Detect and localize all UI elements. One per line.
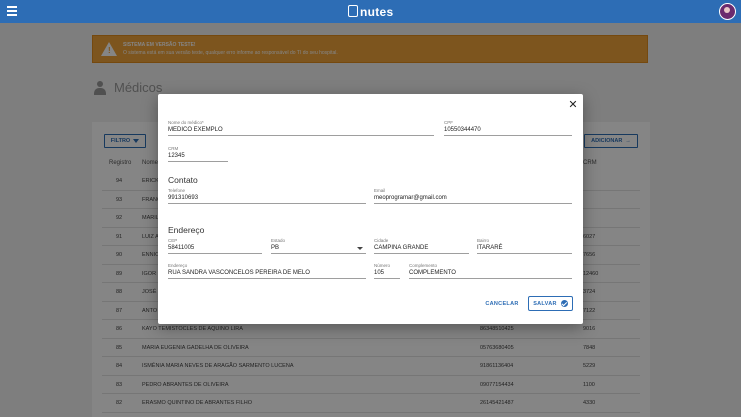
doctor-name-field[interactable]: Nome do médico* MEDICO EXEMPLO xyxy=(168,120,434,136)
cancel-button[interactable]: CANCELAR xyxy=(482,298,522,310)
neighborhood-field[interactable]: Bairro ITARARÉ xyxy=(477,238,572,254)
email-label: Email xyxy=(374,188,386,193)
cpf-value: 10550344470 xyxy=(444,127,481,133)
city-label: Cidade xyxy=(374,238,389,243)
email-value: meoprogramar@gmail.com xyxy=(374,195,447,201)
menu-icon[interactable] xyxy=(7,6,17,16)
city-field[interactable]: Cidade CAMPINA GRANDE xyxy=(374,238,469,254)
street-field[interactable]: Endereço RUA SANDRA VASCONCELOS PEREIRA … xyxy=(168,263,366,279)
doctor-name-value: MEDICO EXEMPLO xyxy=(168,127,223,133)
address-section-title: Endereço xyxy=(168,225,205,235)
top-app-bar: nutes xyxy=(0,0,741,23)
cpf-field[interactable]: CPF 10550344470 xyxy=(444,120,572,136)
street-value: RUA SANDRA VASCONCELOS PEREIRA DE MELO xyxy=(168,270,310,276)
complement-field[interactable]: Complemento COMPLEMENTO xyxy=(409,263,572,279)
doctor-form-dialog: ✕ Nome do médico* MEDICO EXEMPLO CPF 105… xyxy=(158,94,583,324)
state-value: PB xyxy=(271,245,280,251)
number-value: 105 xyxy=(374,270,385,276)
state-select[interactable]: Estado PB xyxy=(271,238,366,254)
contact-section-title: Contato xyxy=(168,175,198,185)
number-label: Número xyxy=(374,263,391,268)
avatar[interactable] xyxy=(719,3,736,20)
street-label: Endereço xyxy=(168,263,188,268)
complement-value: COMPLEMENTO xyxy=(409,270,456,276)
crm-value: 12345 xyxy=(168,153,185,159)
neighborhood-label: Bairro xyxy=(477,238,490,243)
cep-value: 58411005 xyxy=(168,245,195,251)
close-icon[interactable]: ✕ xyxy=(567,99,579,111)
cpf-label: CPF xyxy=(444,120,453,125)
phone-value: 991310693 xyxy=(168,195,199,201)
phone-field[interactable]: Telefone 991310693 xyxy=(168,188,366,204)
complement-label: Complemento xyxy=(409,263,438,268)
save-button[interactable]: SALVAR xyxy=(528,296,573,311)
cep-label: CEP xyxy=(168,238,178,243)
crm-field[interactable]: CRM 12345 xyxy=(168,146,228,162)
neighborhood-value: ITARARÉ xyxy=(477,245,503,251)
logo-mark-icon xyxy=(348,5,358,17)
email-field[interactable]: Email meoprogramar@gmail.com xyxy=(374,188,572,204)
phone-label: Telefone xyxy=(168,188,186,193)
app-logo: nutes xyxy=(348,4,394,20)
state-label: Estado xyxy=(271,238,286,243)
crm-label: CRM xyxy=(168,146,179,151)
cep-field[interactable]: CEP 58411005 xyxy=(168,238,262,254)
check-circle-icon xyxy=(560,300,568,307)
dropdown-caret-icon xyxy=(357,247,363,250)
city-value: CAMPINA GRANDE xyxy=(374,245,429,251)
logo-text: nutes xyxy=(360,5,394,19)
doctor-name-label: Nome do médico* xyxy=(168,120,204,125)
number-field[interactable]: Número 105 xyxy=(374,263,400,279)
save-label: SALVAR xyxy=(533,300,557,307)
